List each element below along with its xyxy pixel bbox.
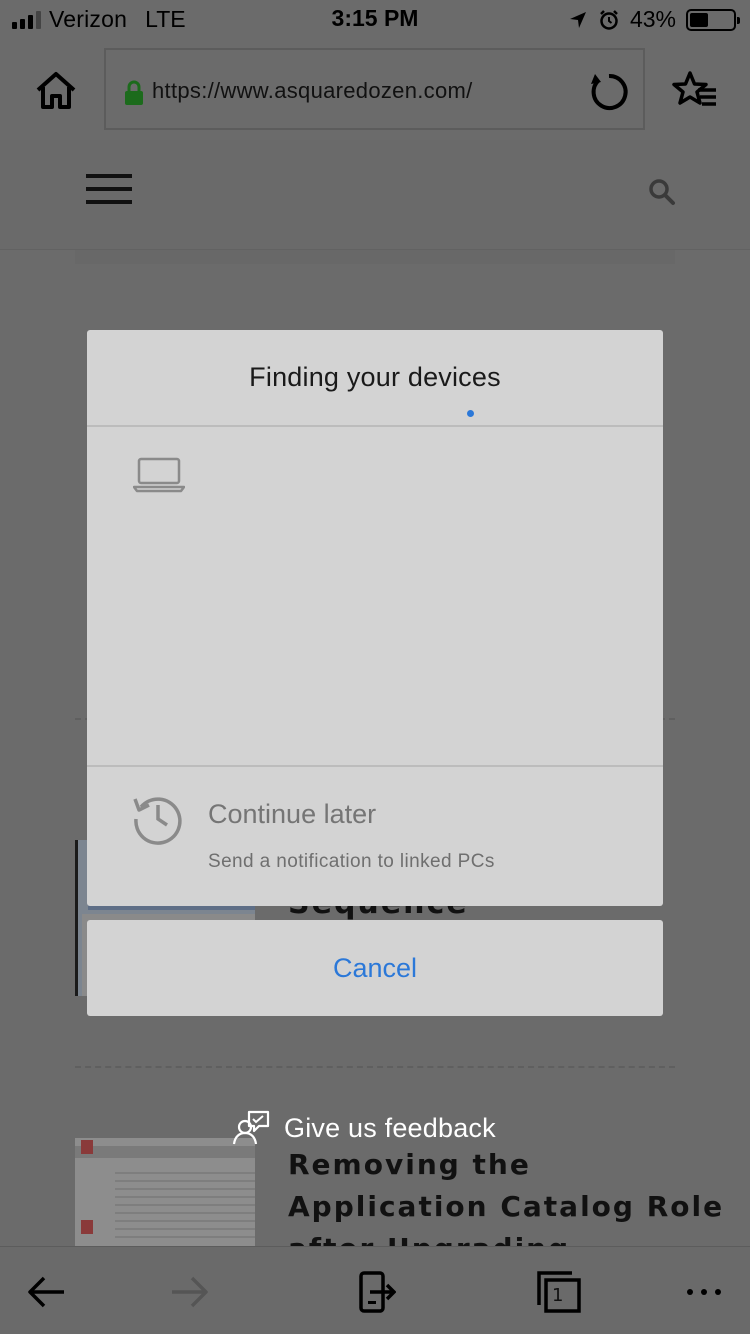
feedback-link[interactable]: Give us feedback bbox=[232, 1108, 496, 1148]
forward-icon[interactable] bbox=[168, 1271, 210, 1313]
content-divider bbox=[75, 1066, 675, 1068]
tab-count: 1 bbox=[552, 1285, 564, 1306]
browser-address-bar: https://www.asquaredozen.com/ bbox=[0, 40, 750, 140]
dialog-header: Finding your devices bbox=[87, 330, 663, 427]
url-text: https://www.asquaredozen.com/ bbox=[152, 78, 473, 103]
battery-percent: 43% bbox=[629, 6, 676, 32]
location-arrow-icon bbox=[569, 11, 586, 28]
dialog-title: Finding your devices bbox=[249, 362, 501, 392]
more-icon[interactable] bbox=[686, 1271, 722, 1313]
home-icon[interactable] bbox=[34, 70, 78, 110]
url-field[interactable]: https://www.asquaredozen.com/ bbox=[104, 48, 645, 130]
device-list bbox=[87, 427, 663, 767]
continue-later-subtitle: Send a notification to linked PCs bbox=[208, 851, 495, 872]
continue-later-title: Continue later bbox=[208, 799, 377, 829]
status-right: 43% bbox=[568, 6, 740, 33]
device-picker-dialog: Finding your devices Continue later Send… bbox=[87, 330, 663, 906]
site-header bbox=[0, 140, 750, 250]
laptop-icon[interactable] bbox=[133, 457, 185, 493]
cancel-button[interactable]: Cancel bbox=[87, 920, 663, 1016]
history-icon bbox=[133, 797, 182, 845]
continue-on-pc-icon[interactable] bbox=[356, 1271, 396, 1313]
battery-icon bbox=[686, 8, 740, 31]
feedback-label: Give us feedback bbox=[284, 1112, 496, 1143]
article-thumbnail[interactable] bbox=[75, 1138, 255, 1248]
search-icon[interactable] bbox=[648, 178, 676, 206]
header-shadow bbox=[75, 250, 675, 264]
hamburger-icon[interactable] bbox=[86, 174, 132, 208]
alarm-icon bbox=[600, 9, 618, 30]
refresh-icon[interactable] bbox=[587, 70, 631, 114]
back-icon[interactable] bbox=[26, 1271, 68, 1313]
status-bar: Verizon LTE 3:15 PM 43% bbox=[0, 0, 750, 40]
bottom-toolbar: 1 bbox=[0, 1246, 750, 1334]
article-title[interactable]: Removing the Application Catalog Role af… bbox=[288, 1144, 728, 1248]
lock-icon bbox=[125, 80, 143, 105]
cancel-label: Cancel bbox=[332, 953, 418, 983]
battery-level bbox=[690, 12, 709, 27]
continue-later-option[interactable]: Continue later Send a notification to li… bbox=[87, 769, 663, 906]
loading-indicator bbox=[467, 410, 474, 417]
tabs-button[interactable]: 1 bbox=[536, 1271, 582, 1313]
feedback-icon bbox=[232, 1110, 270, 1145]
favorites-icon[interactable] bbox=[672, 70, 718, 110]
